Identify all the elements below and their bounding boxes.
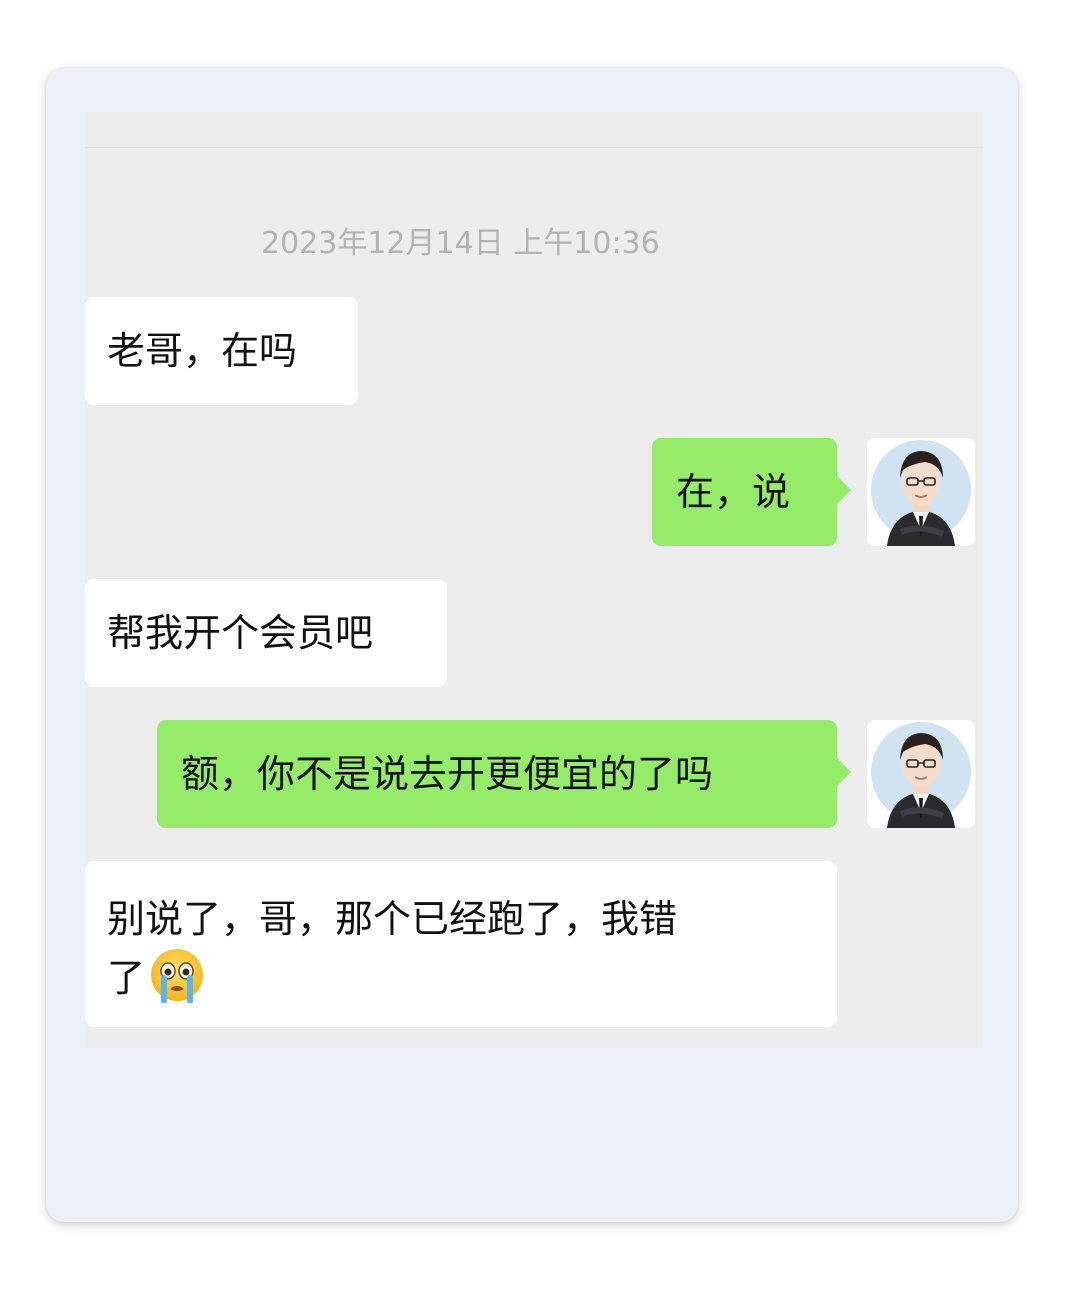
chat-timestamp: 2023年12月14日 上午10:36 — [261, 226, 660, 261]
user-avatar-icon[interactable] — [867, 720, 975, 828]
message-text: 在，说 — [676, 470, 791, 514]
chat-screenshot: 2023年12月14日 上午10:36 老哥，在吗 在，说 帮我开个会员吧 额，… — [85, 112, 983, 1048]
incoming-message-bubble[interactable]: 别说了，哥，那个已经跑了，我错 了 — [85, 861, 837, 1027]
user-avatar-icon[interactable] — [867, 438, 975, 546]
incoming-message-bubble[interactable]: 帮我开个会员吧 — [85, 579, 447, 687]
outgoing-message-bubble[interactable]: 在，说 — [652, 438, 851, 546]
message-text: 额，你不是说去开更便宜的了吗 — [181, 752, 714, 796]
incoming-message-bubble[interactable]: 老哥，在吗 — [85, 297, 358, 405]
message-text: 老哥，在吗 — [107, 329, 298, 373]
crying-face-emoji-icon — [149, 947, 205, 1018]
message-text: 帮我开个会员吧 — [107, 611, 374, 655]
outgoing-message-bubble[interactable]: 额，你不是说去开更便宜的了吗 — [157, 720, 851, 828]
header-divider — [85, 147, 983, 148]
